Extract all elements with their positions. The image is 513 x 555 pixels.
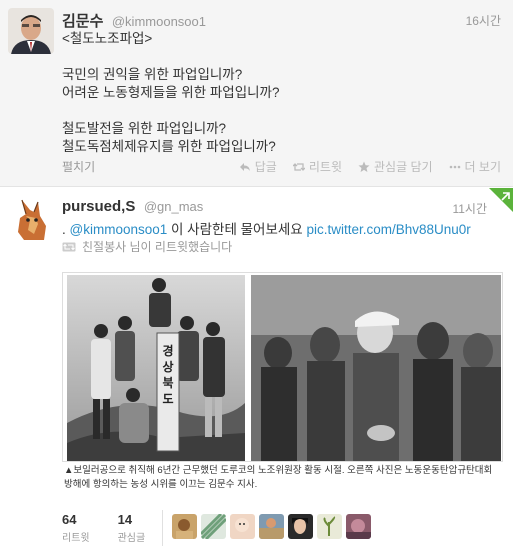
more-label: 더 보기 (464, 160, 501, 174)
favorite-label: 관심글 담기 (373, 160, 433, 174)
reply-button[interactable]: 답글 (239, 158, 277, 175)
retweeter-avatar[interactable] (288, 514, 313, 539)
tweet-line (62, 48, 279, 66)
tweet-time[interactable]: 11시간 (452, 200, 487, 217)
tweet-actions: 답글 리트윗 관심글 담기 더 보기 (239, 158, 501, 175)
retweeter-avatar[interactable] (346, 514, 371, 539)
pic-link[interactable]: pic.twitter.com/Bhv88Unu0r (306, 222, 470, 237)
photo-image: 경상북도 (67, 275, 501, 461)
avatar[interactable] (8, 194, 56, 242)
retweet-button[interactable]: 리트윗 (292, 158, 342, 175)
star-icon (358, 161, 370, 172)
retweet-icon (292, 162, 305, 171)
retweeter-avatar[interactable] (259, 514, 284, 539)
avatar[interactable] (8, 8, 54, 54)
retweet-count[interactable]: 64 리트윗 (62, 512, 90, 544)
tweet-time[interactable]: 16시간 (466, 12, 501, 29)
reply-label: 답글 (254, 160, 277, 174)
expand-link[interactable]: 펼치기 (62, 158, 95, 175)
stat-label: 관심글 (117, 533, 146, 544)
stat-label: 리트윗 (62, 533, 90, 544)
retweeted-by: 친절봉사 님이 리트윗했습니다 (62, 238, 232, 255)
favorite-button[interactable]: 관심글 담기 (358, 158, 433, 175)
author-handle[interactable]: @gn_mas (144, 199, 203, 214)
tweet-body: 이 사람한테 물어보세요 (167, 222, 307, 237)
retweeter-avatar[interactable] (172, 514, 197, 539)
retweeted-by-label[interactable]: 친절봉사 님이 리트윗했습니다 (82, 238, 232, 255)
retweet-label: 리트윗 (308, 160, 342, 174)
retweeter-avatar[interactable] (201, 514, 226, 539)
stats-divider (162, 510, 163, 546)
photo-caption: ▲보일러공으로 취직해 6년간 근무했던 도루코의 노조위원장 활동 시절. 오… (64, 465, 493, 490)
tweet-text: <철도노조파업> 국민의 권익을 위한 파업입니까? 어려운 노동형제들을 위한… (62, 30, 279, 156)
tweet-line: 어려운 노동형제들을 위한 파업입니까? (62, 85, 280, 100)
tweet-line: 철도발전을 위한 파업입니까? (62, 121, 227, 136)
tweet-kimmoonsoo[interactable]: 김문수 @kimmoonsoo1 16시간 <철도노조파업> 국민의 권익을 위… (0, 0, 513, 187)
author-handle[interactable]: @kimmoonsoo1 (112, 14, 206, 29)
mention-link[interactable]: @kimmoonsoo1 (70, 222, 168, 237)
more-button[interactable]: 더 보기 (449, 158, 501, 175)
tweet-prefix: . (62, 222, 70, 237)
favorite-count[interactable]: 14 관심글 (118, 512, 146, 544)
tweet-text: . @kimmoonsoo1 이 사람한테 물어보세요 pic.twitter.… (62, 218, 471, 238)
retweeter-avatar[interactable] (230, 514, 255, 539)
retweeter-avatars (172, 514, 371, 539)
author-name[interactable]: 김문수 (62, 13, 103, 30)
tweet-line: 철도독점체제유지를 위한 파업입니까? (62, 139, 276, 154)
tweet-line (62, 102, 279, 120)
tweet-line: 국민의 권익을 위한 파업입니까? (62, 67, 243, 82)
more-icon (449, 165, 460, 168)
stat-number: 64 (62, 512, 77, 527)
tweet-stats: 64 리트윗 14 관심글 (62, 512, 145, 544)
reply-icon (239, 162, 250, 171)
author-name[interactable]: pursued,S (62, 198, 135, 215)
tweet-photo[interactable]: 경상북도 (62, 272, 503, 462)
stat-number: 14 (117, 512, 133, 527)
retweeter-avatar[interactable] (317, 514, 342, 539)
tweet-line: <철도노조파업> (62, 31, 153, 46)
retweet-icon (62, 242, 76, 251)
